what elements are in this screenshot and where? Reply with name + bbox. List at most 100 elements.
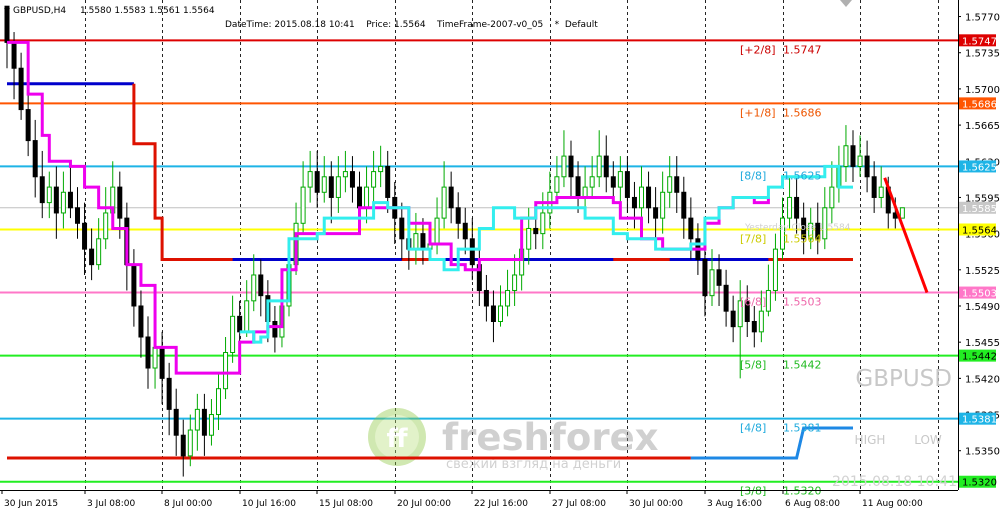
candle-body xyxy=(646,186,652,209)
high-label: HIGH xyxy=(855,433,886,447)
candle-body xyxy=(617,171,623,188)
ohlc-values: 1.5580 1.5583 1.5561 1.5564 xyxy=(80,6,215,16)
candle-body xyxy=(787,196,793,219)
candle-body xyxy=(441,186,447,219)
candle-body xyxy=(335,176,341,198)
candle-body xyxy=(610,176,616,188)
candle-body xyxy=(251,274,257,302)
level-price-badge: 1.5686 xyxy=(959,97,997,110)
y-tick-label: 1.5665 xyxy=(965,121,1000,132)
chart-window[interactable]: GBPUSD HIGH LOW 2015.08.18 10:41 ff fres… xyxy=(0,0,1001,514)
candle-body xyxy=(794,196,800,219)
candle-body xyxy=(103,212,109,240)
level-price-badge: 1.5564 xyxy=(959,223,997,236)
price-badge-text: 1.5747 xyxy=(962,36,997,47)
indicator-info: DateTime: 2015.08.18 10:41 Price: 1.5564… xyxy=(225,20,598,30)
y-tick-label: 1.5700 xyxy=(965,85,1000,96)
price-badge-text: 1.5320 xyxy=(962,478,997,489)
x-tick-label: 22 Jul 16:00 xyxy=(474,499,528,509)
candle-body xyxy=(216,388,221,416)
candle-body xyxy=(533,227,539,235)
level-value: 1.5747 xyxy=(783,43,822,56)
level-price-badge: 1.5747 xyxy=(959,34,997,47)
candle-body xyxy=(575,176,581,198)
candle-body xyxy=(512,274,518,291)
candle-body xyxy=(364,186,370,209)
candle-body xyxy=(67,191,73,209)
timestamp-watermark: 2015.08.18 10:41 xyxy=(832,474,957,490)
candle-body xyxy=(96,238,102,266)
candle-body xyxy=(258,274,264,297)
level-value: 1.5686 xyxy=(783,106,822,119)
candle-body xyxy=(194,408,200,431)
candle-body xyxy=(272,320,278,338)
candle-body xyxy=(201,408,207,436)
candle-body xyxy=(843,145,849,167)
y-tick-label: 1.5455 xyxy=(965,338,1000,349)
candle-body xyxy=(568,155,574,178)
candle-body xyxy=(18,67,24,111)
candle-body xyxy=(173,408,179,436)
price-chart[interactable]: GBPUSD HIGH LOW 2015.08.18 10:41 ff fres… xyxy=(0,0,1001,514)
price-badge-text: 1.5564 xyxy=(962,225,997,236)
candle-body xyxy=(624,171,630,198)
candle-body xyxy=(342,171,348,178)
level-name: [5/8] xyxy=(740,359,766,372)
candle-body xyxy=(371,171,377,188)
y-tick-label: 1.5735 xyxy=(965,49,1000,60)
candle-body xyxy=(244,300,250,333)
level-name: [7/8] xyxy=(740,232,766,245)
y-tick-label: 1.5420 xyxy=(965,374,1000,385)
candle-body xyxy=(307,171,313,188)
level-name: [8/8] xyxy=(740,169,766,182)
level-value: 1.5381 xyxy=(783,422,822,435)
price-badge-text: 1.5625 xyxy=(962,162,997,173)
candle-body xyxy=(328,176,334,198)
price-badge-text: 1.5442 xyxy=(962,352,997,363)
candle-body xyxy=(864,155,870,178)
candle-body xyxy=(674,176,680,193)
candle-body xyxy=(159,346,165,379)
candle-body xyxy=(526,227,532,250)
candle-body xyxy=(300,186,306,224)
candle-body xyxy=(434,217,440,245)
price-badge-text: 1.5686 xyxy=(962,99,997,110)
candle-body xyxy=(667,176,673,193)
level-name: [3/8] xyxy=(740,485,766,498)
candle-body xyxy=(857,155,863,167)
candle-body xyxy=(46,186,52,204)
price-badge-text: 1.5585 xyxy=(962,204,997,215)
candle-body xyxy=(152,346,158,369)
candle-body xyxy=(420,233,426,250)
level-price-badge: 1.5381 xyxy=(959,412,997,426)
candle-body xyxy=(681,191,687,219)
level-value: 1.5320 xyxy=(783,485,822,498)
x-tick-label: 15 Jul 08:00 xyxy=(319,499,373,509)
candle-body xyxy=(180,434,186,457)
candle-body xyxy=(11,41,17,69)
candle-body xyxy=(554,176,560,193)
candle-body xyxy=(709,269,715,297)
candle-body xyxy=(145,336,151,369)
candle-body xyxy=(723,284,729,312)
yesterday-close-label: Yesterday Close 1.5584 xyxy=(744,223,851,233)
level-name: [+1/8] xyxy=(740,106,776,119)
candle-body xyxy=(653,207,659,219)
candle-body xyxy=(490,305,496,322)
level-price-badge: 1.5625 xyxy=(959,160,997,173)
low-label: LOW xyxy=(914,433,942,447)
candle-body xyxy=(314,171,320,193)
candle-body xyxy=(208,414,214,436)
brand-mark: ff xyxy=(386,424,408,454)
candle-body xyxy=(138,305,144,338)
candle-body xyxy=(131,264,137,307)
x-tick-label: 27 Jul 08:00 xyxy=(552,499,606,509)
symbol-label: GBPUSD,H4 xyxy=(13,6,66,16)
candle-body xyxy=(89,248,95,266)
x-tick-label: 8 Jul 00:00 xyxy=(164,499,213,509)
candle-body xyxy=(758,310,764,333)
candle-body xyxy=(702,258,708,297)
candle-body xyxy=(498,305,503,322)
candle-body xyxy=(321,176,327,193)
candle-body xyxy=(187,429,193,457)
